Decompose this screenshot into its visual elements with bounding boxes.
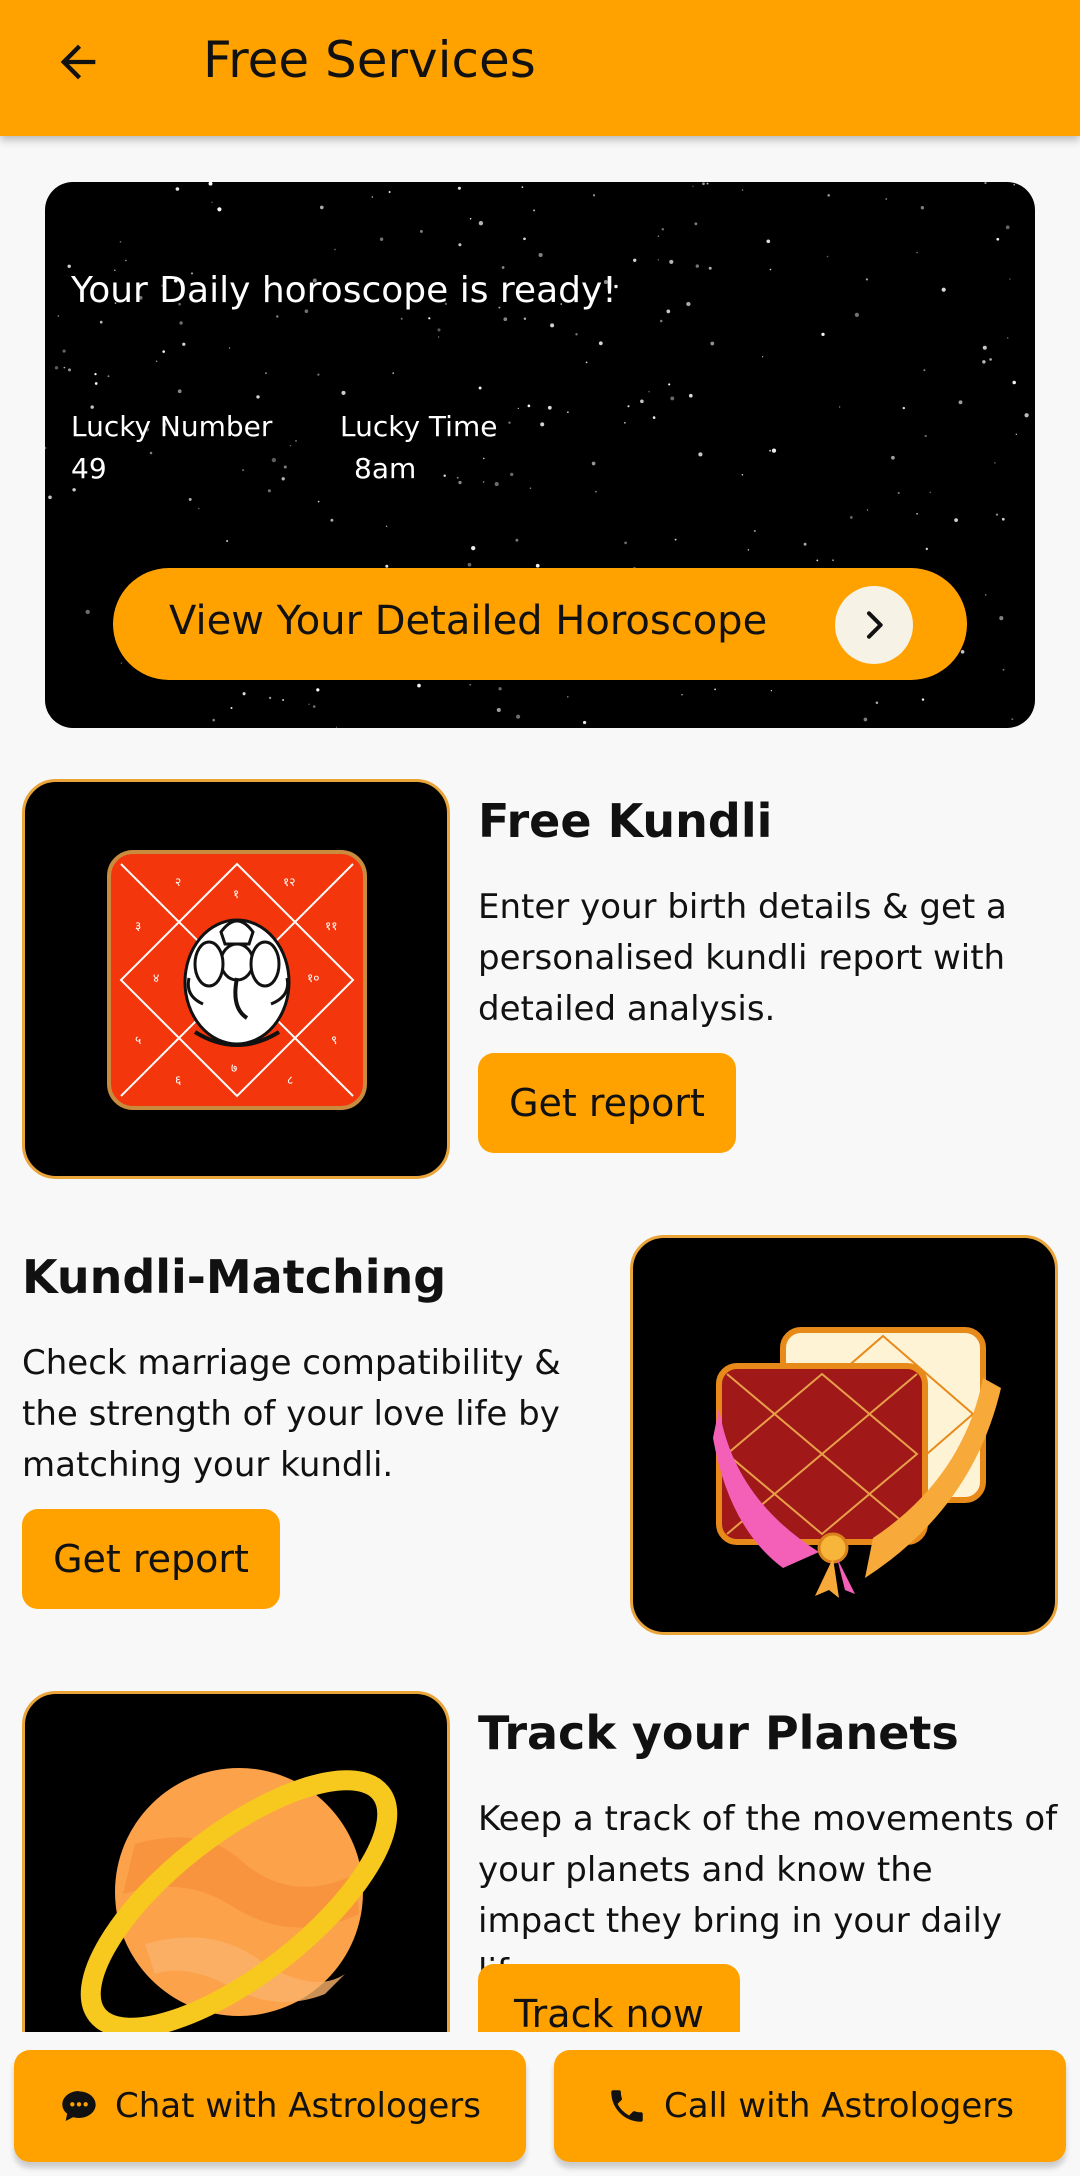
call-with-astrologers-button[interactable]: Call with Astrologers — [554, 2050, 1066, 2162]
daily-horoscope-card: Your Daily horoscope is ready! Lucky Num… — [45, 182, 1035, 728]
track-planets-title: Track your Planets — [478, 1706, 959, 1760]
free-kundli-get-report-button[interactable]: Get report — [478, 1053, 736, 1153]
ganesha-icon — [183, 918, 291, 1047]
svg-text:२: २ — [175, 875, 181, 889]
svg-text:५: ५ — [135, 1033, 141, 1047]
chevron-right-icon — [835, 586, 913, 664]
lucky-number-value: 49 — [71, 452, 107, 485]
svg-text:१०: १० — [307, 971, 319, 985]
svg-text:१२: १२ — [283, 875, 295, 889]
lucky-time-label: Lucky Time — [340, 410, 498, 443]
chat-with-astrologers-label: Chat with Astrologers — [115, 2086, 481, 2126]
free-kundli-description: Enter your birth details & get a persona… — [478, 887, 1007, 1029]
svg-text:११: ११ — [325, 919, 337, 933]
kundli-matching-title: Kundli-Matching — [22, 1250, 447, 1304]
view-detailed-horoscope-label: View Your Detailed Horoscope — [169, 598, 768, 644]
kundli-image: २ १ १२ ३ ११ ४ १० ५ ९ ६ ७ ८ — [22, 779, 450, 1179]
planet-image — [22, 1691, 450, 2091]
svg-text:१: १ — [233, 887, 239, 901]
lucky-time: Lucky Time 8am — [340, 406, 497, 490]
arrow-left-icon — [60, 44, 96, 80]
phone-icon — [611, 2090, 643, 2122]
svg-text:३: ३ — [135, 919, 141, 933]
lucky-time-value: 8am — [354, 452, 417, 485]
svg-text:७: ७ — [231, 1061, 237, 1075]
svg-text:८: ८ — [287, 1073, 293, 1087]
chat-bubble-icon — [62, 2091, 96, 2121]
app-bar: Free Services — [0, 0, 1080, 136]
svg-text:९: ९ — [331, 1033, 337, 1047]
lucky-number: Lucky Number 49 — [71, 406, 272, 490]
back-button[interactable] — [44, 28, 112, 96]
kundli-matching-description: Check marriage compatibility & the stren… — [22, 1343, 561, 1485]
horoscope-title: Your Daily horoscope is ready! — [71, 270, 617, 311]
chat-with-astrologers-button[interactable]: Chat with Astrologers — [14, 2050, 526, 2162]
svg-text:४: ४ — [153, 971, 159, 985]
view-detailed-horoscope-button[interactable]: View Your Detailed Horoscope — [113, 568, 967, 680]
kundli-matching-image — [630, 1235, 1058, 1635]
svg-text:६: ६ — [175, 1073, 181, 1087]
free-kundli-title: Free Kundli — [478, 794, 773, 848]
bottom-action-bar: Chat with Astrologers Call with Astrolog… — [0, 2032, 1080, 2176]
call-with-astrologers-label: Call with Astrologers — [664, 2086, 1014, 2126]
kundli-matching-get-report-button[interactable]: Get report — [22, 1509, 280, 1609]
lucky-number-label: Lucky Number — [71, 410, 273, 443]
page-title: Free Services — [203, 31, 536, 89]
